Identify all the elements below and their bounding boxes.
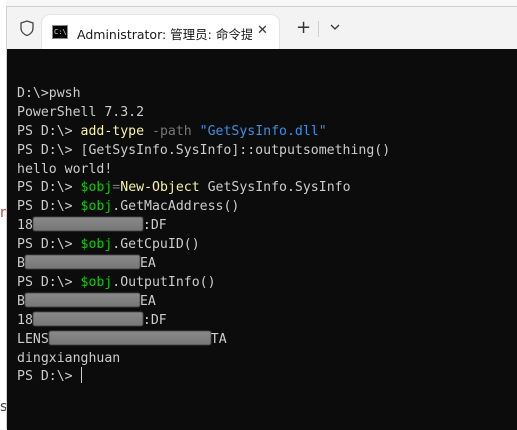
terminal-text: D:\>pwsh: [17, 85, 81, 101]
terminal-text: add-type: [80, 123, 145, 139]
terminal-text: 18: [17, 218, 33, 234]
terminal-line: B EA: [17, 254, 156, 273]
terminal-line: 18 :DF: [17, 216, 167, 235]
terminal-text: PS D:\>: [17, 237, 81, 253]
terminal-line: PS D:\> $obj.OutputInfo(): [17, 273, 216, 292]
shield-icon: [20, 20, 34, 36]
terminal-text: .GetMacAddress(): [112, 199, 240, 215]
terminal-text: LENS: [17, 331, 49, 347]
tab-title: Administrator: 管理员: 命令提: [77, 27, 252, 42]
terminal-text: $obj: [80, 274, 113, 290]
redacted-value: [32, 311, 143, 326]
terminal-line: PS D:\> $obj=New-Object GetSysInfo.SysIn…: [17, 178, 351, 197]
terminal-text: PS D:\>: [17, 199, 81, 215]
terminal-text: PS D:\>: [17, 123, 81, 139]
terminal-line: PS D:\> [GetSysInfo.SysInfo]::outputsome…: [17, 141, 390, 160]
terminal-line: B EA: [17, 292, 156, 311]
terminal-text: dingxianghuan: [17, 350, 121, 366]
title-bar: C:\. Administrator: 管理员: 命令提 ✕ +: [7, 7, 517, 49]
terminal-text: .OutputInfo(): [112, 274, 216, 290]
terminal-line: dingxianghuan: [17, 349, 120, 368]
terminal-text: TA: [210, 331, 227, 347]
chevron-down-icon[interactable]: [328, 20, 342, 34]
redacted-value: [48, 330, 211, 345]
cmd-icon: C:\.: [52, 25, 71, 39]
terminal-text: $obj: [80, 237, 113, 253]
terminal-text: -path: [144, 123, 200, 139]
terminal-text: .GetCpuID(): [112, 237, 200, 253]
terminal-text: PS D:\>: [17, 369, 81, 385]
tab-terminal[interactable]: C:\. Administrator: 管理员: 命令提 ✕: [42, 15, 279, 49]
terminal-text: PowerShell 7.3.2: [17, 104, 145, 120]
terminal-text: EA: [139, 293, 156, 309]
terminal-line: PS D:\> $obj.GetCpuID(): [17, 235, 200, 254]
terminal-line: 18 :DF: [17, 311, 167, 330]
terminal-window: C:\. Administrator: 管理员: 命令提 ✕ + D:\>pws…: [6, 6, 517, 430]
redacted-value: [24, 292, 140, 307]
text-cursor: [80, 367, 82, 384]
terminal-text: :DF: [142, 312, 167, 328]
terminal-line: PS D:\> add-type -path "GetSysInfo.dll": [17, 122, 327, 141]
redacted-value: [24, 255, 140, 269]
terminal-line: LENS TA: [17, 330, 227, 349]
terminal-text: $obj: [80, 180, 113, 196]
terminal-text: PS D:\>: [17, 274, 81, 290]
terminal-text: GetSysInfo.SysInfo: [199, 180, 351, 196]
terminal-line: PowerShell 7.3.2: [17, 103, 144, 122]
terminal-text: PS D:\> [GetSysInfo.SysInfo]::outputsome…: [17, 142, 391, 158]
terminal-text: EA: [139, 256, 156, 271]
terminal-output[interactable]: D:\>pwsh PowerShell 7.3.2 PS D:\> add-type…: [7, 49, 517, 430]
terminal-text: B: [17, 293, 25, 309]
terminal-text: New-Object: [120, 180, 200, 196]
terminal-text: "GetSysInfo.dll": [199, 123, 327, 139]
plus-icon[interactable]: +: [296, 19, 311, 37]
close-icon[interactable]: ✕: [257, 23, 268, 38]
terminal-text: B: [17, 256, 25, 271]
terminal-line: D:\>pwsh: [17, 84, 81, 103]
terminal-text: 18: [17, 312, 33, 328]
redacted-value: [32, 217, 143, 232]
terminal-line: PS D:\> $obj.GetMacAddress(): [17, 197, 239, 216]
terminal-text: hello world!: [17, 161, 113, 177]
titlebar-divider: [318, 21, 319, 37]
terminal-text: PS D:\>: [17, 180, 81, 196]
terminal-text: :DF: [142, 218, 167, 234]
terminal-text: $obj: [80, 199, 113, 215]
terminal-line: PS D:\>: [17, 367, 82, 386]
terminal-line: hello world!: [17, 160, 112, 179]
